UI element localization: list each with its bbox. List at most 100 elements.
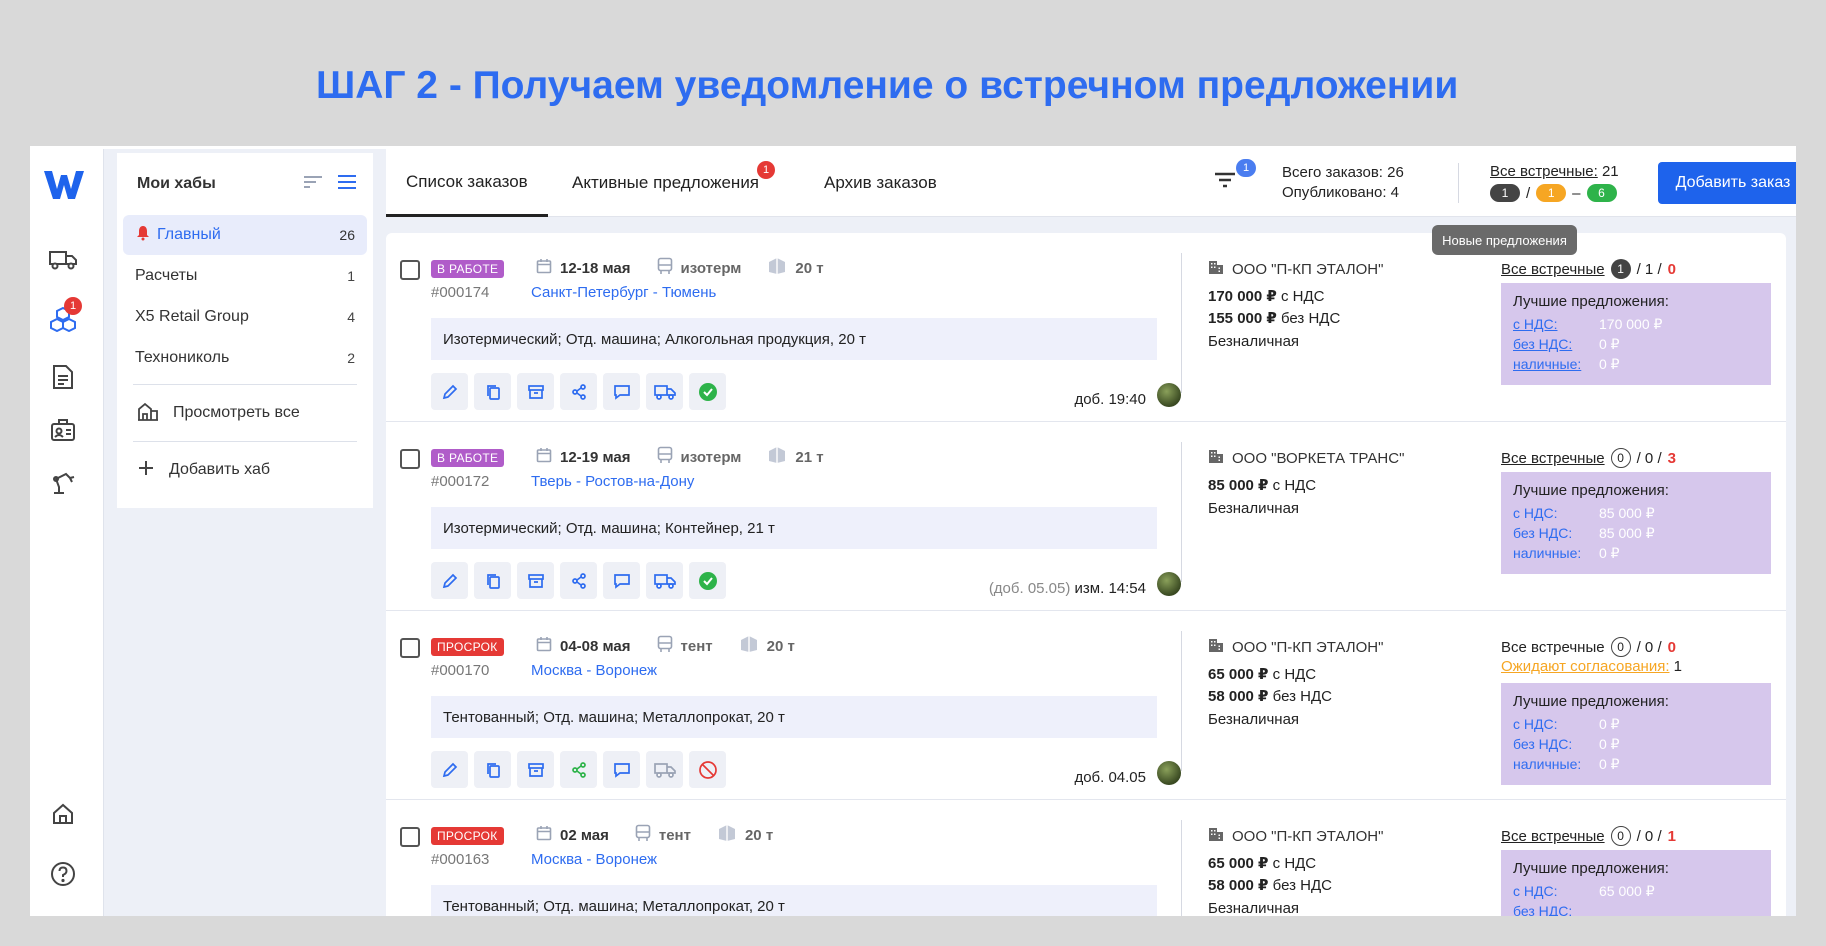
tab-archive[interactable]: Архив заказов (824, 149, 937, 217)
counter-offers[interactable]: Все встречные 0 / 0 / 0 (1501, 637, 1676, 657)
weight: 21 т (795, 448, 824, 466)
sort-icon[interactable] (303, 174, 323, 195)
hub-item-main[interactable]: Главный 26 (123, 215, 367, 255)
route-link[interactable]: Санкт-Петербург - Тюмень (531, 284, 716, 301)
copy-button[interactable] (474, 751, 511, 788)
hub-item-technonikol[interactable]: Технониколь 2 (123, 338, 367, 378)
archive-button[interactable] (517, 373, 554, 410)
route-link[interactable]: Москва - Воронеж (531, 662, 657, 679)
status-badge: В РАБОТЕ (431, 449, 505, 467)
help-icon[interactable] (48, 859, 78, 889)
order-number: #000172 (431, 473, 490, 490)
truck-button[interactable] (646, 751, 683, 788)
share-icon (571, 572, 586, 589)
edit-button[interactable] (431, 373, 468, 410)
comment-button[interactable] (603, 373, 640, 410)
filter-button[interactable]: 1 (1212, 159, 1256, 199)
view-all-hubs-link[interactable]: Просмотреть все (117, 391, 373, 435)
price-with-vat: 85 000 ₽ с НДС (1208, 477, 1317, 494)
status-badge: В РАБОТЕ (431, 260, 505, 278)
company-name: ООО "П-КП ЭТАЛОН" (1208, 637, 1383, 657)
plus-icon (137, 459, 155, 482)
add-order-button[interactable]: Добавить заказ (1658, 162, 1796, 204)
edit-button[interactable] (431, 751, 468, 788)
comment-icon (613, 762, 630, 778)
edit-button[interactable] (431, 562, 468, 599)
robot-arm-icon[interactable] (48, 467, 78, 497)
divider (1181, 631, 1182, 771)
counter-offers[interactable]: Все встречные 1 / 1 / 0 (1501, 259, 1676, 279)
order-checkbox[interactable] (400, 260, 420, 280)
order-card[interactable]: В РАБОТЕ 12-19 мая изотерм 21 т #000172 … (386, 422, 1786, 611)
truck-icon[interactable] (48, 245, 78, 275)
cubes-icon[interactable]: 1 (48, 297, 82, 334)
check-circle-icon (698, 382, 717, 401)
order-card[interactable]: ПРОСРОК 02 мая тент 20 т #000163 Москва … (386, 800, 1786, 916)
order-description: Тентованный; Отд. машина; Металлопрокат,… (431, 696, 1157, 738)
share-button[interactable] (560, 751, 597, 788)
truck-button[interactable] (646, 373, 683, 410)
archive-button[interactable] (517, 562, 554, 599)
order-checkbox[interactable] (400, 638, 420, 658)
company-name: ООО "ВОРКЕТА ТРАНС" (1208, 448, 1404, 468)
building-icon (1208, 448, 1224, 468)
id-card-icon[interactable] (48, 415, 78, 445)
document-icon[interactable] (48, 362, 78, 392)
avatar[interactable] (1157, 572, 1181, 596)
order-meta: 12-18 мая изотерм 20 т (536, 257, 850, 279)
status-badge: ПРОСРОК (431, 827, 504, 845)
divider (1181, 442, 1182, 582)
best-offers: Лучшие предложения: с НДС: 170 000 ₽ без Н… (1501, 283, 1771, 385)
best-offer-row: с НДС: 85 000 ₽ (1513, 505, 1655, 521)
payment-type: Безналичная (1208, 500, 1300, 517)
building-icon (1208, 826, 1224, 846)
best-offer-row: наличные: 0 ₽ (1513, 756, 1620, 772)
order-card[interactable]: В РАБОТЕ 12-18 мая изотерм 20 т #000174 … (386, 233, 1786, 422)
order-card[interactable]: ПРОСРОК 04-08 мая тент 20 т #000170 Моск… (386, 611, 1786, 800)
tooltip: Новые предложения (1432, 225, 1577, 255)
best-offer-row: без НДС: 85 000 ₽ (1513, 525, 1655, 541)
all-counter-offers[interactable]: Все встречные: 21 1 / 1 – 6 (1490, 163, 1619, 202)
price-without-vat: 58 000 ₽ без НДС (1208, 877, 1332, 894)
tab-active-offers[interactable]: Активные предложения 1 (572, 149, 776, 217)
add-hub-link[interactable]: Добавить хаб (117, 448, 373, 492)
counter-offers[interactable]: Все встречные 0 / 0 / 3 (1501, 448, 1676, 468)
route-link[interactable]: Москва - Воронеж (531, 851, 657, 868)
order-description: Изотермический; Отд. машина; Контейнер, … (431, 507, 1157, 549)
payment-type: Безналичная (1208, 711, 1300, 728)
avatar[interactable] (1157, 383, 1181, 407)
copy-button[interactable] (474, 373, 511, 410)
comment-icon (613, 384, 630, 400)
order-checkbox[interactable] (400, 449, 420, 469)
list-icon[interactable] (337, 174, 357, 195)
share-button[interactable] (560, 562, 597, 599)
body-type: изотерм (680, 259, 742, 277)
share-button[interactable] (560, 373, 597, 410)
archive-button[interactable] (517, 751, 554, 788)
filter-badge: 1 (1236, 159, 1256, 177)
truck-button[interactable] (646, 562, 683, 599)
awaiting-approval[interactable]: Ожидают согласования: 1 (1501, 658, 1682, 675)
best-offer-row: без НДС: (1513, 903, 1573, 916)
status-button[interactable] (689, 562, 726, 599)
truck-icon (653, 573, 676, 589)
payment-type: Безналичная (1208, 900, 1300, 916)
comment-button[interactable] (603, 751, 640, 788)
route-link[interactable]: Тверь - Ростов-на-Дону (531, 473, 694, 490)
hub-item-calculations[interactable]: Расчеты 1 (123, 256, 367, 296)
status-button[interactable] (689, 751, 726, 788)
hub-item-x5[interactable]: X5 Retail Group 4 (123, 297, 367, 337)
avatar[interactable] (1157, 761, 1181, 785)
order-meta: 12-19 мая изотерм 21 т (536, 446, 850, 468)
buildings-icon (137, 401, 159, 426)
order-checkbox[interactable] (400, 827, 420, 847)
logo-icon[interactable] (42, 167, 86, 203)
app-window: 1 Мои хабы Главный 26 Расчеты 1 X5 Retai… (30, 146, 1796, 916)
comment-button[interactable] (603, 562, 640, 599)
status-button[interactable] (689, 373, 726, 410)
price-with-vat: 65 000 ₽ с НДС (1208, 855, 1317, 872)
copy-button[interactable] (474, 562, 511, 599)
counter-offers[interactable]: Все встречные 0 / 0 / 1 (1501, 826, 1676, 846)
home-icon[interactable] (48, 799, 78, 829)
tab-orders-list[interactable]: Список заказов (386, 149, 548, 217)
